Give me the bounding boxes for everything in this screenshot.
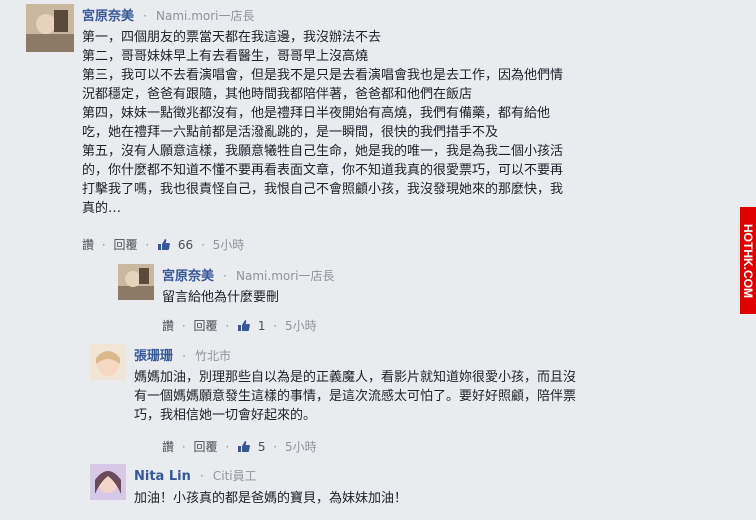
reply-2: 張珊珊 · 竹北市 媽媽加油，別理那些自以為是的正義魔人，看影片就知道妳很愛小孩… (0, 342, 740, 457)
commenter-workplace[interactable]: Nami.mori一店長 (156, 9, 254, 23)
avatar-photo-icon (118, 264, 154, 300)
separator: · (199, 469, 204, 483)
reply-1: 宮原奈美 · Nami.mori一店長 留言給他為什麼要刪 讚 · 回覆 · 1… (0, 262, 740, 336)
comment-actions: 讚 · 回覆 · 66 · 5小時 (82, 236, 248, 254)
separator: · (225, 319, 230, 333)
avatar-photo-icon (90, 464, 126, 500)
separator: · (223, 269, 227, 283)
reply-3: Nita Lin · Citi員工 加油！小孩真的都是爸媽的寶貝，為妹妹加油！ (0, 462, 740, 520)
avatar-photo-icon (26, 4, 74, 52)
comment-actions: 讚 · 回覆 · 1 · 5小時 (162, 317, 321, 335)
like-link[interactable]: 讚 (82, 238, 94, 252)
comment-actions: 讚 · 回覆 · 5 · 5小時 (162, 438, 321, 456)
separator: · (200, 238, 205, 252)
commenter-name[interactable]: 張珊珊 (134, 349, 173, 364)
thumbs-up-icon[interactable] (237, 319, 250, 335)
site-watermark: HOTHK.COM (740, 207, 756, 314)
separator: · (143, 9, 147, 23)
comment-timestamp[interactable]: 5小時 (285, 440, 317, 454)
comment-1: 宮原奈美 · Nami.mori一店長 第一，四個朋友的票當天都在我這邊，我沒辦… (0, 0, 740, 260)
reply-link[interactable]: 回覆 (114, 238, 138, 252)
thumbs-up-icon[interactable] (157, 238, 170, 254)
comments-page: { "comments": [ { "name": "宮原奈美", "meta"… (0, 0, 756, 520)
separator: · (225, 440, 230, 454)
avatar-photo-icon (90, 344, 126, 380)
avatar[interactable] (90, 464, 126, 500)
commenter-location[interactable]: 竹北市 (195, 349, 231, 363)
commenter-workplace[interactable]: Nami.mori一店長 (236, 269, 334, 283)
comment-text: 媽媽加油，別理那些自以為是的正義魔人，看影片就知道妳很愛小孩，而且沒 有一個媽媽… (134, 370, 577, 423)
thumbs-up-icon[interactable] (237, 440, 250, 456)
commenter-name[interactable]: 宮原奈美 (82, 9, 134, 24)
like-link[interactable]: 讚 (162, 440, 174, 454)
comment-timestamp[interactable]: 5小時 (285, 319, 317, 333)
separator: · (182, 349, 186, 363)
like-count[interactable]: 5 (258, 440, 266, 454)
commenter-name[interactable]: 宮原奈美 (162, 269, 214, 284)
comment-timestamp[interactable]: 5小時 (213, 238, 245, 252)
like-count[interactable]: 66 (178, 238, 193, 252)
comment-text: 加油！小孩真的都是爸媽的寶貝，為妹妹加油！ (134, 491, 408, 506)
separator: · (273, 440, 278, 454)
separator: · (181, 319, 186, 333)
avatar[interactable] (90, 344, 126, 380)
separator: · (101, 238, 106, 252)
like-link[interactable]: 讚 (162, 319, 174, 333)
like-count[interactable]: 1 (258, 319, 266, 333)
comment-text: 第一，四個朋友的票當天都在我這邊，我沒辦法不去 第二，哥哥妹妹早上有去看醫生，哥… (82, 30, 564, 216)
avatar[interactable] (26, 4, 74, 52)
separator: · (181, 440, 186, 454)
comment-text: 留言給他為什麼要刪 (162, 290, 280, 305)
reply-link[interactable]: 回覆 (194, 319, 218, 333)
commenter-name[interactable]: Nita Lin (134, 469, 191, 484)
commenter-workplace[interactable]: Citi員工 (213, 469, 257, 483)
reply-link[interactable]: 回覆 (194, 440, 218, 454)
separator: · (273, 319, 278, 333)
separator: · (145, 238, 150, 252)
avatar[interactable] (118, 264, 154, 300)
